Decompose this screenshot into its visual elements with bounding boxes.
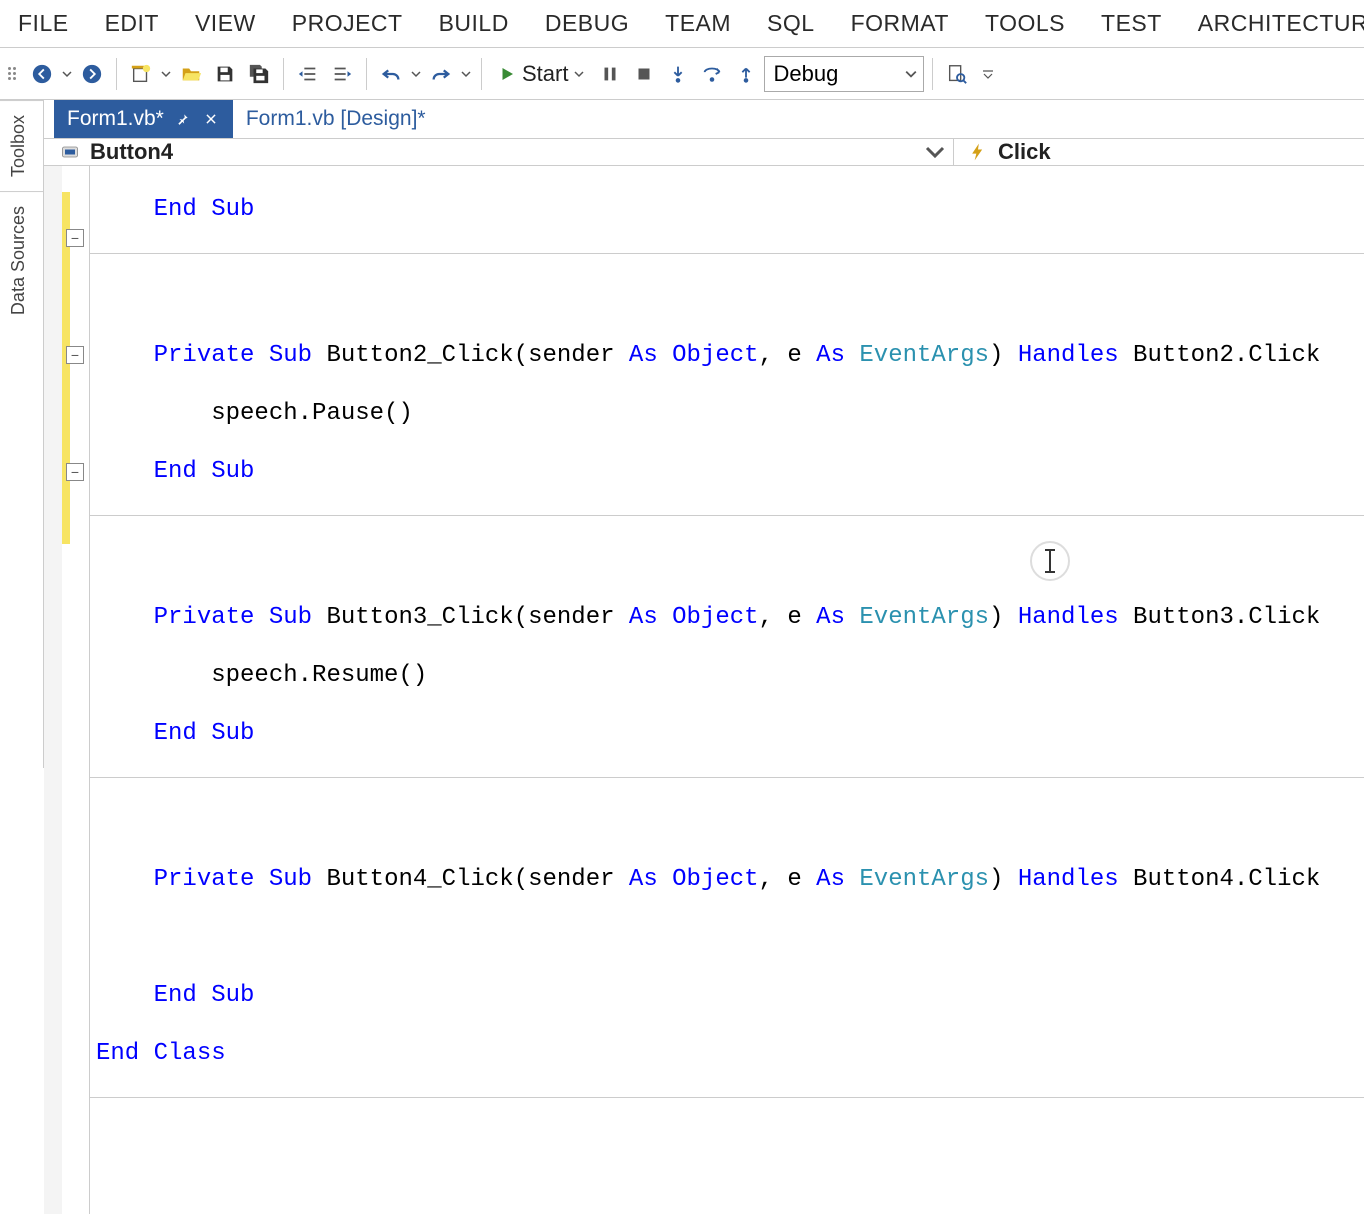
pin-icon[interactable] xyxy=(174,110,192,128)
member-bar: Button4 Click xyxy=(44,139,1364,166)
find-in-files-button[interactable] xyxy=(941,58,973,90)
doc-tab-form1-design[interactable]: Form1.vb [Design]* xyxy=(233,100,439,138)
step-into-button[interactable] xyxy=(662,58,694,90)
toolbar-overflow[interactable] xyxy=(981,69,995,79)
toolbar: Start Debug xyxy=(0,48,1364,100)
pause-button[interactable] xyxy=(594,58,626,90)
fold-toggle[interactable]: − xyxy=(66,229,84,247)
menu-tools[interactable]: TOOLS xyxy=(967,6,1083,41)
nav-back-button[interactable] xyxy=(26,58,58,90)
margin-column xyxy=(44,166,62,1214)
save-button[interactable] xyxy=(209,58,241,90)
undo-dropdown[interactable] xyxy=(409,69,423,79)
menu-format[interactable]: FORMAT xyxy=(833,6,967,41)
start-debug-button[interactable]: Start xyxy=(490,57,592,91)
doc-tab-label: Form1.vb [Design]* xyxy=(246,107,426,131)
event-dropdown[interactable]: Click xyxy=(954,139,1364,165)
fold-toggle[interactable]: − xyxy=(66,346,84,364)
menu-team[interactable]: TEAM xyxy=(647,6,749,41)
step-over-button[interactable] xyxy=(696,58,728,90)
side-tab-strip: Toolbox Data Sources xyxy=(0,100,44,768)
undo-button[interactable] xyxy=(375,58,407,90)
nav-back-dropdown[interactable] xyxy=(60,69,74,79)
outdent-button[interactable] xyxy=(292,58,324,90)
side-tab-data-sources[interactable]: Data Sources xyxy=(0,191,43,329)
config-value: Debug xyxy=(773,61,838,87)
menu-bar: FILE EDIT VIEW PROJECT BUILD DEBUG TEAM … xyxy=(0,0,1364,48)
object-dropdown[interactable]: Button4 xyxy=(44,139,954,165)
stop-button[interactable] xyxy=(628,58,660,90)
menu-file[interactable]: FILE xyxy=(18,6,87,41)
menu-project[interactable]: PROJECT xyxy=(274,6,421,41)
menu-build[interactable]: BUILD xyxy=(421,6,527,41)
menu-sql[interactable]: SQL xyxy=(749,6,833,41)
redo-button[interactable] xyxy=(425,58,457,90)
start-label: Start xyxy=(522,61,568,87)
fold-column: − − − xyxy=(62,166,90,1214)
doc-tab-label: Form1.vb* xyxy=(67,107,164,131)
menu-view[interactable]: VIEW xyxy=(177,6,274,41)
object-icon xyxy=(60,142,80,162)
save-all-button[interactable] xyxy=(243,58,275,90)
side-tab-toolbox[interactable]: Toolbox xyxy=(0,100,43,191)
redo-dropdown[interactable] xyxy=(459,69,473,79)
nav-forward-button[interactable] xyxy=(76,58,108,90)
object-name: Button4 xyxy=(90,139,173,165)
toolbar-grip[interactable] xyxy=(8,67,20,80)
menu-architecture[interactable]: ARCHITECTURE xyxy=(1180,6,1364,41)
event-name: Click xyxy=(998,139,1051,165)
indent-button[interactable] xyxy=(326,58,358,90)
chevron-down-icon xyxy=(925,142,945,162)
menu-debug[interactable]: DEBUG xyxy=(527,6,647,41)
text-cursor-indicator xyxy=(1030,541,1070,581)
config-select[interactable]: Debug xyxy=(764,56,924,92)
new-project-dropdown[interactable] xyxy=(159,69,173,79)
new-project-button[interactable] xyxy=(125,58,157,90)
doc-tab-form1-code[interactable]: Form1.vb* xyxy=(54,100,233,138)
code-editor[interactable]: − − − End Sub Private Sub Button2_Click(… xyxy=(44,166,1364,1214)
step-out-button[interactable] xyxy=(730,58,762,90)
fold-toggle[interactable]: − xyxy=(66,463,84,481)
menu-edit[interactable]: EDIT xyxy=(87,6,177,41)
lightning-icon xyxy=(968,142,988,162)
document-tab-strip: Form1.vb* Form1.vb [Design]* xyxy=(44,100,1364,139)
close-icon[interactable] xyxy=(202,110,220,128)
code-content[interactable]: End Sub Private Sub Button2_Click(sender… xyxy=(90,166,1364,1214)
open-button[interactable] xyxy=(175,58,207,90)
menu-test[interactable]: TEST xyxy=(1083,6,1180,41)
